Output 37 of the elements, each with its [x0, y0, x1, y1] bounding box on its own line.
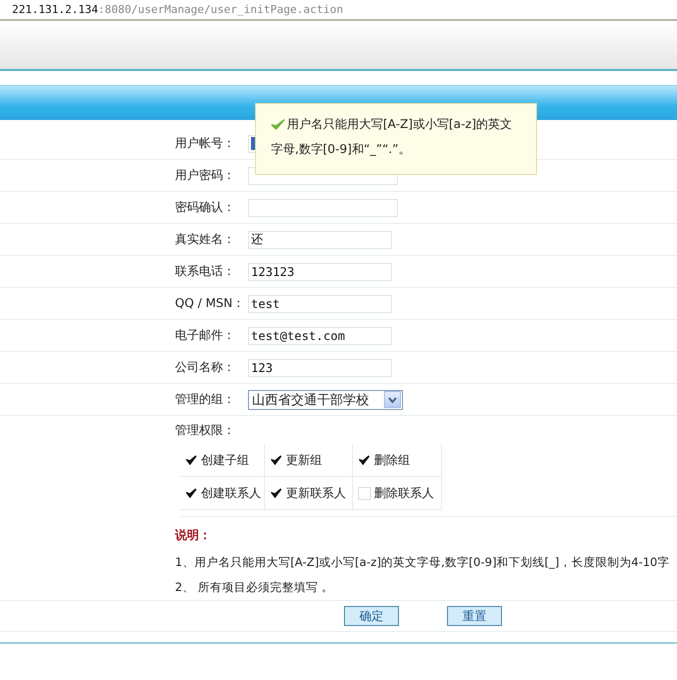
group-select[interactable]: 山西省交通干部学校 [248, 390, 403, 410]
confirm-button[interactable]: 确定 [344, 606, 399, 626]
notes-title: 说明： [175, 527, 212, 544]
field-label: 电子邮件： [175, 327, 236, 344]
checkbox-label: 更新组 [286, 452, 322, 468]
checkbox-label: 创建子组 [201, 452, 249, 468]
input-field[interactable]: 还 [248, 230, 392, 248]
field-label: 联系电话： [175, 263, 236, 280]
field-label: 用户帐号： [175, 135, 236, 152]
tooltip-text: 字母,数字[0-9]和“_”“.”。 [271, 141, 410, 158]
checkbox[interactable] [185, 486, 198, 500]
field-label: 管理的组： [175, 391, 236, 408]
tooltip-text: 用户名只能用大写[A-Z]或小写[a-z]的英文 [287, 116, 512, 133]
checkbox[interactable] [185, 454, 198, 466]
password-field[interactable] [248, 198, 398, 216]
checkbox[interactable] [358, 454, 371, 466]
field-label: 密码确认： [175, 199, 236, 216]
dropdown-icon [384, 391, 401, 408]
input-field[interactable]: 123123 [248, 262, 392, 280]
note-text: 2、 所有项目必须完整填写 。 [175, 579, 335, 596]
checkbox-label: 创建联系人 [201, 484, 261, 502]
checkbox[interactable] [270, 454, 283, 466]
reset-button[interactable]: 重置 [447, 606, 502, 626]
field-label: 用户密码： [175, 167, 236, 184]
url-text: 221.131.2.134:8080/userManage/user_initPage.action [12, 3, 344, 16]
checkbox[interactable] [270, 486, 283, 500]
note-text: 1、用户名只能用大写[A-Z]或小写[a-z]的英文字母,数字[0-9]和下划线[_]，长度限制为4-10字 [175, 554, 670, 571]
input-field[interactable]: test [248, 294, 392, 312]
field-label: 公司名称： [175, 359, 236, 376]
input-field[interactable]: 123 [248, 358, 392, 376]
checkbox-label: 删除联系人 [374, 484, 434, 502]
field-label: QQ / MSN： [175, 295, 246, 312]
checkbox-label: 更新联系人 [286, 484, 346, 502]
checkbox-label: 删除组 [374, 452, 410, 468]
input-field[interactable]: test@test.com [248, 326, 392, 344]
field-label: 真实姓名： [175, 231, 236, 248]
field-label: 管理权限： [175, 422, 236, 438]
